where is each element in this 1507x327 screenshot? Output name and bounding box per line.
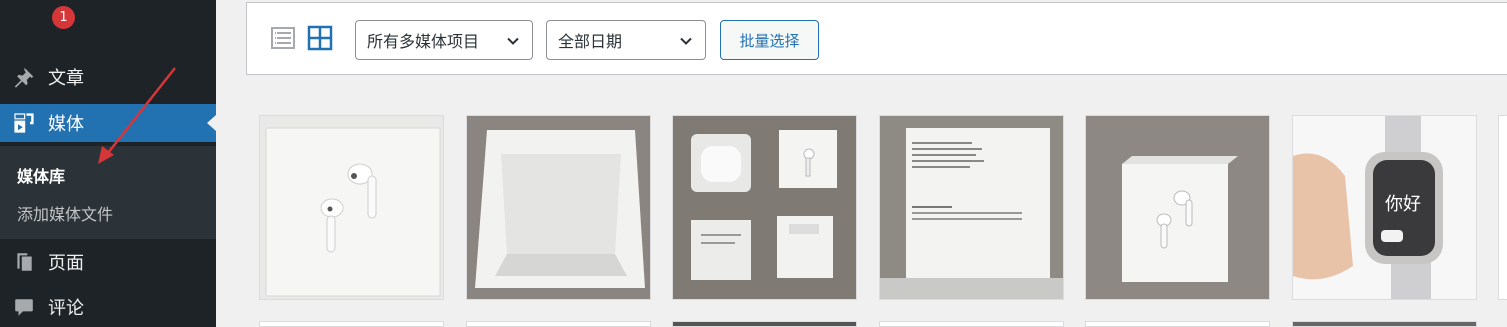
media-item-box-parts[interactable] (672, 115, 857, 300)
watch-screen-text: 你好 (1385, 194, 1421, 215)
sidebar-item-label: 媒体 (48, 114, 84, 135)
media-thumbnail (467, 116, 650, 299)
chevron-down-icon (507, 37, 519, 45)
media-toolbar: 所有多媒体项目 全部日期 批量选择 (246, 2, 1507, 75)
media-item-row2-4[interactable] (879, 321, 1064, 327)
date-filter-value: 全部日期 (558, 32, 623, 51)
date-filter[interactable]: 全部日期 (546, 20, 706, 60)
chevron-down-icon (680, 37, 692, 45)
active-indicator-arrow (207, 115, 216, 131)
media-thumbnail (880, 116, 1063, 299)
media-thumbnail (673, 116, 856, 299)
media-item-partial[interactable] (1498, 115, 1507, 300)
comment-icon (10, 296, 38, 318)
grid-view-icon (307, 25, 333, 51)
media-item-earbuds-box-angle[interactable] (1085, 115, 1270, 300)
media-item-watch[interactable]: 你好 (1292, 115, 1477, 300)
media-icon (10, 111, 38, 135)
bulk-select-button[interactable]: 批量选择 (720, 20, 819, 60)
sidebar-item-label: 文章 (48, 68, 84, 89)
grid-view-button[interactable] (307, 25, 333, 51)
annotation-arrow (98, 67, 176, 164)
sidebar-item-label: 评论 (48, 298, 84, 319)
media-item-box-inner[interactable] (879, 115, 1064, 300)
media-item-row2-3[interactable] (672, 321, 857, 327)
media-item-row2-6[interactable] (1292, 321, 1477, 327)
pushpin-icon (10, 66, 38, 88)
sidebar-item-pages[interactable]: 页面 (0, 243, 216, 281)
media-type-filter-value: 所有多媒体项目 (367, 32, 480, 51)
sidebar-item-label: 页面 (48, 253, 84, 274)
media-item-row2-2[interactable] (466, 321, 651, 327)
sidebar-item-comments[interactable]: 评论 (0, 288, 216, 326)
list-view-icon (271, 27, 295, 49)
list-view-button[interactable] (270, 25, 296, 51)
media-thumbnail (260, 116, 443, 299)
media-type-filter[interactable]: 所有多媒体项目 (355, 20, 533, 60)
page-icon (10, 251, 38, 273)
media-item-open-box[interactable] (466, 115, 651, 300)
media-item-row2-5[interactable] (1085, 321, 1270, 327)
media-item-row2-1[interactable] (259, 321, 444, 327)
media-item-earbuds-box[interactable] (259, 115, 444, 300)
update-count-badge: 1 (52, 6, 75, 29)
media-thumbnail (1086, 116, 1269, 299)
submenu-item-add-media[interactable]: 添加媒体文件 (17, 201, 113, 225)
submenu-item-library[interactable]: 媒体库 (17, 163, 65, 187)
